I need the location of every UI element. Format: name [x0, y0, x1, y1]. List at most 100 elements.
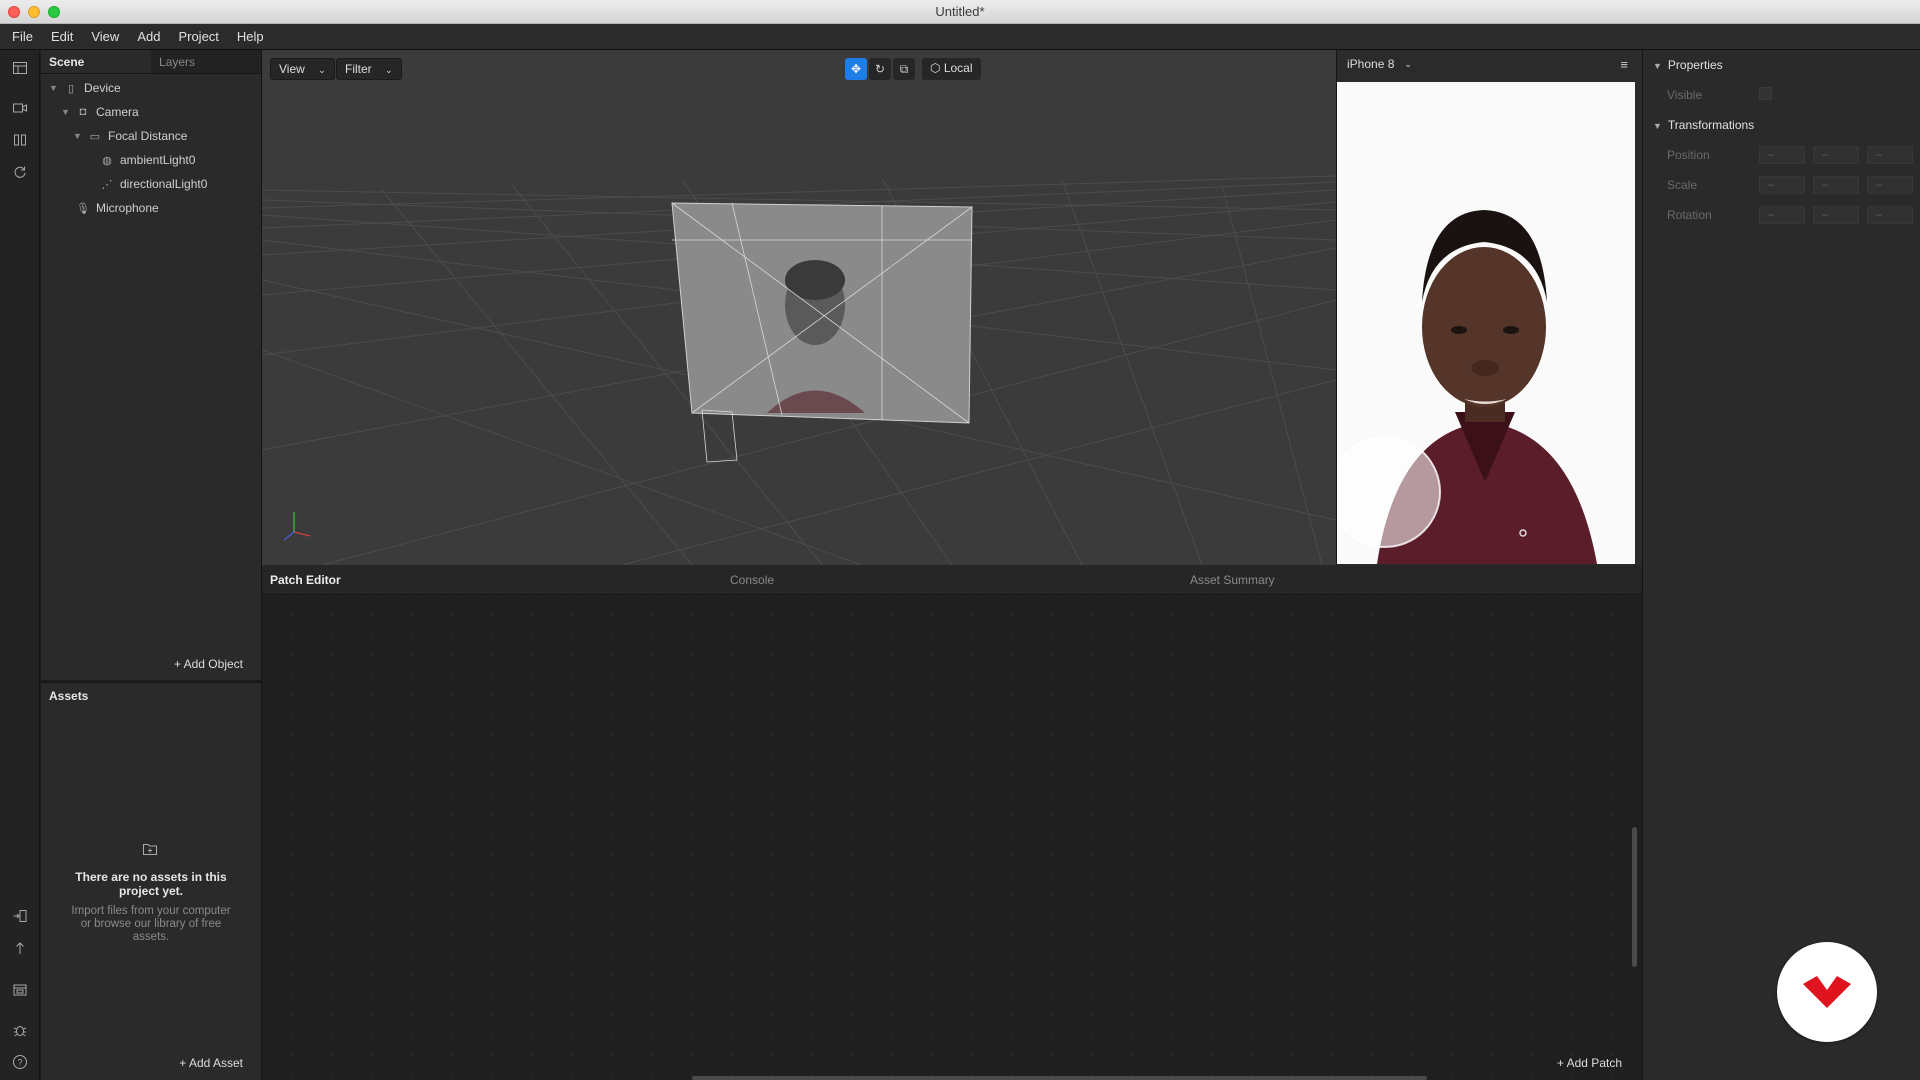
expand-arrow-icon[interactable]: ▼ — [61, 107, 75, 117]
position-label: Position — [1667, 148, 1710, 162]
patch-editor-area[interactable]: Patch Editor Console Asset Summary + Add… — [262, 565, 1642, 1080]
expand-arrow-icon: ▼ — [1653, 61, 1662, 71]
add-patch-button[interactable]: + Add Patch — [1557, 1056, 1622, 1070]
title-bar: Untitled* — [0, 0, 1920, 24]
local-space-toggle[interactable]: ⬡ Local — [922, 58, 981, 80]
scene-panel: Scene Layers ▼ ▯ Device ▼ ◘ Camera ▼ ▭ F… — [41, 50, 262, 680]
tree-item-label: directionalLight0 — [120, 177, 208, 191]
bottom-tabs: Patch Editor Console Asset Summary — [262, 565, 1642, 595]
upload-icon[interactable] — [11, 940, 29, 958]
focal-distance-icon: ▭ — [89, 130, 101, 143]
add-object-button[interactable]: + Add Object — [174, 657, 243, 671]
chevron-down-icon: ⌄ — [385, 65, 393, 75]
tree-item-directional-light[interactable]: ⋰ directionalLight0 — [99, 173, 208, 195]
rotation-x-field[interactable]: – — [1759, 206, 1805, 224]
brand-logo — [1777, 942, 1877, 1042]
plus-icon: + — [179, 1056, 189, 1070]
menu-file[interactable]: File — [12, 29, 33, 44]
microphone-icon: 🎙 — [76, 202, 90, 215]
folder-icon — [142, 841, 158, 860]
camera-feed-image — [1337, 82, 1635, 564]
help-icon[interactable]: ? — [11, 1054, 29, 1072]
properties-section-header[interactable]: ▼ Properties — [1653, 58, 1723, 72]
vertical-scrollbar[interactable] — [1632, 827, 1637, 967]
position-z-field[interactable]: – — [1867, 146, 1913, 164]
scale-z-field[interactable]: – — [1867, 176, 1913, 194]
visible-checkbox[interactable] — [1759, 87, 1772, 100]
tab-patch-editor[interactable]: Patch Editor — [270, 573, 341, 587]
menu-help[interactable]: Help — [237, 29, 264, 44]
send-to-device-icon[interactable] — [11, 908, 29, 926]
tree-item-camera[interactable]: ▼ ◘ Camera — [61, 101, 139, 123]
menu-add[interactable]: Add — [137, 29, 160, 44]
scale-y-field[interactable]: – — [1813, 176, 1859, 194]
directional-light-icon: ⋰ — [101, 178, 113, 191]
refresh-icon[interactable] — [11, 164, 29, 182]
svg-text:?: ? — [17, 1058, 22, 1068]
visible-label: Visible — [1667, 88, 1703, 102]
plus-icon: + — [1556, 1056, 1567, 1070]
scene-viewport[interactable]: View ⌄ Filter ⌄ ✥ ↻ ⧉ ⬡ Local — [262, 50, 1336, 565]
chevron-down-icon: ⌄ — [318, 65, 326, 75]
tree-item-label: Camera — [96, 105, 139, 119]
viewport-grid — [262, 175, 1336, 565]
tab-layers[interactable]: Layers — [151, 50, 261, 73]
position-y-field[interactable]: – — [1813, 146, 1859, 164]
tree-item-device[interactable]: ▼ ▯ Device — [49, 77, 121, 99]
camera-icon: ◘ — [79, 106, 87, 118]
expand-arrow-icon[interactable]: ▼ — [49, 83, 63, 93]
tree-item-microphone[interactable]: 🎙 Microphone — [75, 197, 159, 219]
position-x-field[interactable]: – — [1759, 146, 1805, 164]
menu-bar: File Edit View Add Project Help — [0, 24, 1920, 50]
horizontal-scrollbar[interactable] — [692, 1076, 1427, 1080]
scale-tool-icon[interactable]: ⧉ — [893, 58, 915, 80]
move-tool-icon[interactable]: ✥ — [845, 58, 867, 80]
tree-item-focal-distance[interactable]: ▼ ▭ Focal Distance — [73, 125, 187, 147]
tab-console[interactable]: Console — [730, 573, 774, 587]
device-preview: iPhone 8 ⌄ ≡ ↻ ⟲ — [1336, 50, 1642, 595]
plus-icon: + — [173, 657, 184, 671]
rotation-y-field[interactable]: – — [1813, 206, 1859, 224]
filter-dropdown[interactable]: Filter ⌄ — [336, 58, 402, 80]
transformations-section-header[interactable]: ▼ Transformations — [1653, 118, 1754, 132]
menu-view[interactable]: View — [91, 29, 119, 44]
rotation-label: Rotation — [1667, 208, 1712, 222]
bug-icon[interactable] — [11, 1022, 29, 1040]
rotate-tool-icon[interactable]: ↻ — [869, 58, 891, 80]
tool-rail: ? — [0, 50, 40, 1080]
menu-edit[interactable]: Edit — [51, 29, 73, 44]
device-icon: ▯ — [67, 82, 75, 95]
assets-panel: Assets There are no assets in this proje… — [41, 682, 262, 1080]
tree-item-label: Device — [84, 81, 121, 95]
empty-assets-hint: Import files from your computer or brows… — [71, 905, 231, 943]
tab-asset-summary[interactable]: Asset Summary — [1190, 573, 1275, 587]
camera-feed — [1337, 82, 1635, 564]
view-dropdown[interactable]: View ⌄ — [270, 58, 335, 80]
empty-assets-heading: There are no assets in this project yet. — [75, 870, 227, 898]
tree-item-ambient-light[interactable]: ◍ ambientLight0 — [99, 149, 195, 171]
tab-scene[interactable]: Scene — [41, 50, 151, 73]
hamburger-menu-icon[interactable]: ≡ — [1620, 57, 1628, 72]
scale-x-field[interactable]: – — [1759, 176, 1805, 194]
chevron-down-icon: ⌄ — [1404, 58, 1412, 69]
device-selector[interactable]: iPhone 8 ⌄ — [1337, 50, 1643, 78]
scale-label: Scale — [1667, 178, 1698, 192]
add-asset-button[interactable]: + Add Asset — [179, 1056, 243, 1070]
tree-item-label: Microphone — [96, 201, 159, 215]
layout-icon[interactable] — [11, 60, 29, 78]
rotation-z-field[interactable]: – — [1867, 206, 1913, 224]
cube-icon: ⬡ — [930, 61, 944, 75]
ambient-light-icon: ◍ — [102, 154, 112, 167]
pause-panels-icon[interactable] — [11, 132, 29, 150]
assets-title: Assets — [49, 689, 89, 703]
expand-arrow-icon: ▼ — [1653, 121, 1662, 131]
menu-project[interactable]: Project — [178, 29, 218, 44]
video-icon[interactable] — [11, 100, 29, 118]
library-icon[interactable] — [11, 982, 29, 1000]
tree-item-label: ambientLight0 — [120, 153, 196, 167]
properties-panel: ▼ Properties Visible ▼ Transformations Pos… — [1642, 50, 1920, 1080]
window-title: Untitled* — [935, 4, 985, 19]
expand-arrow-icon[interactable]: ▼ — [73, 131, 87, 141]
transform-tools: ✥ ↻ ⧉ — [845, 58, 915, 80]
tree-item-label: Focal Distance — [108, 129, 188, 143]
